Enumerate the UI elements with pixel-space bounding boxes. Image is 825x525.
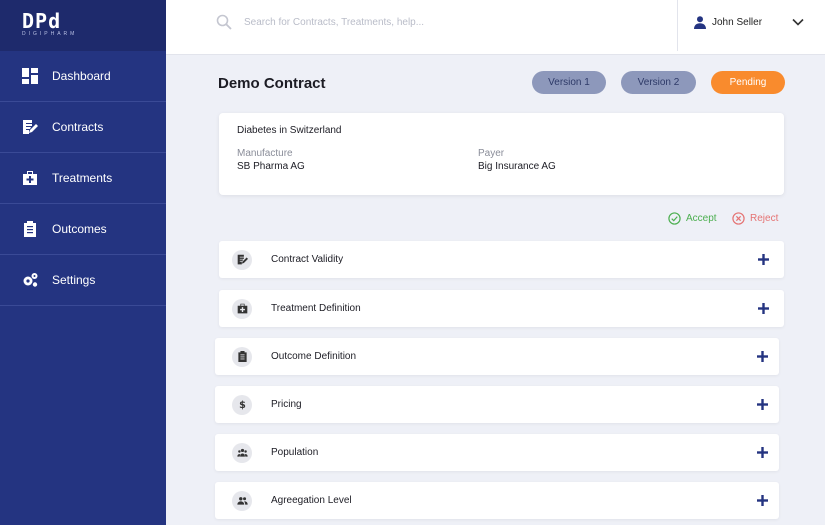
dollar-icon: $ <box>232 394 252 415</box>
page-title: Demo Contract <box>218 75 326 92</box>
sidebar-item-label: Contracts <box>52 120 104 134</box>
section-title: Pricing <box>271 399 302 410</box>
version-2-button[interactable]: Version 2 <box>621 71 696 94</box>
sidebar-item-treatments[interactable]: Treatments <box>0 153 166 204</box>
manufacture-value: SB Pharma AG <box>237 161 305 172</box>
sidebar-item-settings[interactable]: Settings <box>0 255 166 306</box>
plus-icon[interactable] <box>758 303 769 314</box>
plus-icon[interactable] <box>758 254 769 265</box>
x-circle-icon <box>732 212 745 225</box>
group-icon <box>232 490 252 511</box>
logo-mark: DPd <box>22 9 62 33</box>
plus-icon[interactable] <box>757 399 768 410</box>
reject-label: Reject <box>750 213 779 224</box>
section-treatment-definition[interactable]: Treatment Definition <box>219 290 784 327</box>
reject-button[interactable]: Reject <box>732 212 778 225</box>
user-menu[interactable]: John Seller <box>694 16 804 29</box>
plus-icon[interactable] <box>757 447 768 458</box>
user-icon <box>694 16 706 29</box>
sidebar-item-outcomes[interactable]: Outcomes <box>0 204 166 255</box>
contract-summary-card: Diabetes in Switzerland Manufacture SB P… <box>219 113 784 195</box>
chevron-down-icon[interactable] <box>792 18 804 26</box>
check-circle-icon <box>668 212 681 225</box>
status-badge[interactable]: Pending <box>711 71 785 94</box>
section-title: Population <box>271 447 319 458</box>
logo-subtitle: DIGIPHARM <box>22 31 78 37</box>
gears-icon <box>22 272 38 288</box>
contract-heading: Diabetes in Switzerland <box>237 125 342 136</box>
sidebar-item-label: Settings <box>52 273 96 287</box>
accept-button[interactable]: Accept <box>668 212 717 225</box>
top-bar: John Seller <box>166 0 825 55</box>
user-name: John Seller <box>712 17 763 28</box>
section-contract-validity[interactable]: Contract Validity <box>219 241 784 278</box>
clipboard-icon <box>22 221 38 237</box>
clipboard-icon <box>232 346 252 367</box>
section-population[interactable]: Population <box>215 434 779 471</box>
divider <box>677 0 678 51</box>
section-pricing[interactable]: $ Pricing <box>215 386 779 423</box>
contract-edit-icon <box>232 249 252 270</box>
version-1-button[interactable]: Version 1 <box>532 71 606 94</box>
section-title: Contract Validity <box>271 254 344 265</box>
section-title: Outcome Definition <box>271 351 357 362</box>
sidebar: DPd DIGIPHARM Dashboard Contracts Treatm… <box>0 0 166 525</box>
payer-label: Payer <box>478 148 505 159</box>
accept-label: Accept <box>686 213 717 224</box>
contract-edit-icon <box>22 119 38 135</box>
medical-kit-icon <box>232 298 252 319</box>
dashboard-icon <box>22 68 38 84</box>
section-outcome-definition[interactable]: Outcome Definition <box>215 338 779 375</box>
sidebar-item-contracts[interactable]: Contracts <box>0 102 166 153</box>
logo[interactable]: DPd DIGIPHARM <box>0 0 166 51</box>
sidebar-item-label: Dashboard <box>52 69 111 83</box>
sidebar-item-dashboard[interactable]: Dashboard <box>0 51 166 102</box>
section-agreegation-level[interactable]: Agreegation Level <box>215 482 779 519</box>
medical-kit-icon <box>22 170 38 186</box>
plus-icon[interactable] <box>757 351 768 362</box>
sidebar-item-label: Outcomes <box>52 222 107 236</box>
payer-value: Big Insurance AG <box>478 161 556 172</box>
people-icon <box>232 442 252 463</box>
section-title: Treatment Definition <box>271 303 361 314</box>
section-title: Agreegation Level <box>271 495 352 506</box>
search-bar <box>216 14 504 30</box>
search-icon <box>216 14 232 30</box>
manufacture-label: Manufacture <box>237 148 293 159</box>
svg-text:$: $ <box>239 400 246 410</box>
sidebar-item-label: Treatments <box>52 171 113 185</box>
plus-icon[interactable] <box>757 495 768 506</box>
search-input[interactable] <box>244 16 504 28</box>
